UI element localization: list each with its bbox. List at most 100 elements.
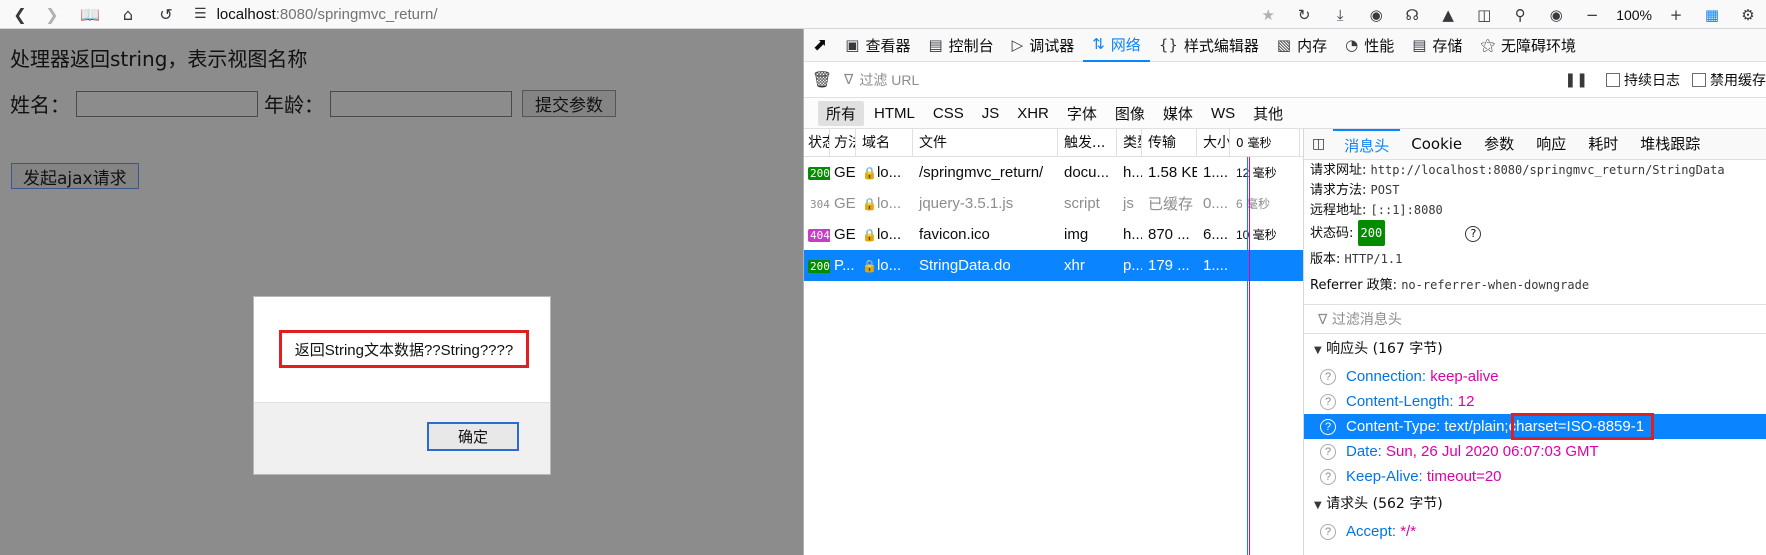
tab-cookie[interactable]: Cookie: [1400, 129, 1473, 160]
tab-stack-trace[interactable]: 堆栈跟踪: [1629, 129, 1711, 160]
col-method[interactable]: 方法: [830, 129, 856, 157]
forward-icon[interactable]: ❯: [40, 2, 64, 26]
extension-icon[interactable]: ▲: [1430, 0, 1466, 29]
col-transferred[interactable]: 传输: [1142, 129, 1197, 157]
alert-footer: 确定: [254, 402, 550, 474]
web-page: 处理器返回string，表示视图名称 姓名： 年龄： 提交参数 发起ajax请求…: [0, 29, 803, 555]
response-header-row[interactable]: ? Date: Sun, 26 Jul 2020 06:07:03 GMT: [1304, 439, 1766, 464]
zoom-level[interactable]: 100%: [1610, 7, 1658, 23]
tab-response[interactable]: 响应: [1525, 129, 1577, 160]
mask-icon[interactable]: ◉: [1538, 0, 1574, 29]
tab-network[interactable]: ⇅ 网络: [1083, 29, 1150, 62]
name-input[interactable]: [76, 90, 258, 117]
reload-icon[interactable]: ↻: [1286, 0, 1322, 29]
status-badge: 200: [808, 260, 830, 273]
tab-params[interactable]: 参数: [1473, 129, 1525, 160]
disable-cache-checkbox[interactable]: [1692, 73, 1706, 87]
response-header-row[interactable]: ? Keep-Alive: timeout=20: [1304, 464, 1766, 489]
type-filter-xhr[interactable]: XHR: [1009, 103, 1057, 124]
type-filter-media[interactable]: 媒体: [1155, 101, 1201, 126]
age-input[interactable]: [330, 90, 512, 117]
sidebar-icon[interactable]: ◫: [1466, 0, 1502, 29]
request-row[interactable]: 404 GET 🔒lo... favicon.ico img h... 870 ... 6..…: [804, 219, 1303, 250]
help-icon[interactable]: ?: [1320, 369, 1336, 386]
type-filter-fonts[interactable]: 字体: [1059, 101, 1105, 126]
network-filter-bar: 🗑 ∇ 过滤 URL ❚❚ 持续日志 禁用缓存: [804, 62, 1766, 98]
pause-icon[interactable]: ❚❚: [1565, 72, 1588, 88]
col-status[interactable]: 状态: [804, 129, 830, 157]
col-type[interactable]: 类型: [1117, 129, 1142, 157]
ajax-button[interactable]: 发起ajax请求: [11, 163, 139, 189]
request-headers-section[interactable]: ▼ 请求头 (562 字节): [1304, 489, 1766, 519]
help-icon[interactable]: ?: [1465, 225, 1482, 242]
version-row: 版本: HTTP/1.1: [1310, 252, 1403, 267]
bookmark-star-icon[interactable]: ★: [1250, 0, 1286, 29]
pick-element-icon[interactable]: ⬈: [804, 29, 836, 62]
tab-style-editor[interactable]: {} 样式编辑器: [1150, 29, 1268, 62]
response-header-row[interactable]: ? Content-Length: 12: [1304, 389, 1766, 414]
request-row[interactable]: 200 P... 🔒lo... StringData.do xhr p... 179 ...…: [804, 250, 1303, 281]
request-header-row[interactable]: ? Accept: */*: [1304, 519, 1766, 544]
col-waterfall[interactable]: 0 毫秒: [1230, 129, 1300, 157]
tab-console[interactable]: ▤ 控制台: [919, 29, 1002, 62]
zoom-out-icon[interactable]: −: [1574, 0, 1610, 29]
tab-inspector[interactable]: ▣ 查看器: [836, 29, 919, 62]
col-file[interactable]: 文件: [913, 129, 1058, 157]
persist-logs-checkbox[interactable]: [1606, 73, 1620, 87]
col-domain[interactable]: 域名: [856, 129, 913, 157]
help-icon[interactable]: ?: [1320, 419, 1336, 436]
submit-button[interactable]: 提交参数: [522, 90, 616, 117]
url-filter-input[interactable]: 过滤 URL: [859, 70, 919, 90]
type-filter-images[interactable]: 图像: [1107, 101, 1153, 126]
request-url-row: 请求网址: http://localhost:8080/springmvc_re…: [1310, 163, 1725, 178]
filter-icon: ∇: [844, 71, 854, 88]
help-icon[interactable]: ?: [1320, 394, 1336, 411]
type-filter-html[interactable]: HTML: [866, 103, 923, 124]
url-text[interactable]: localhost:8080/springmvc_return/: [217, 6, 438, 23]
tab-headers[interactable]: 消息头: [1333, 129, 1401, 160]
cell-transferred: 已缓存: [1148, 196, 1194, 213]
response-headers-section[interactable]: ▼ 响应头 (167 字节): [1304, 334, 1766, 364]
header-filter-input[interactable]: ∇ 过滤消息头: [1304, 304, 1766, 334]
response-header-row[interactable]: ? Connection: keep-alive: [1304, 364, 1766, 389]
toggle-panel-icon[interactable]: ◫: [1304, 136, 1333, 152]
home-icon[interactable]: ⌂: [116, 2, 140, 26]
cell-transferred: 870 ...: [1148, 226, 1190, 243]
cell-type: h...: [1123, 164, 1142, 181]
type-filter-css[interactable]: CSS: [925, 103, 972, 124]
tab-storage[interactable]: ▤ 存储: [1403, 29, 1471, 62]
request-row[interactable]: 304 GET 🔒lo... jquery-3.5.1.js script js 已缓存 0.…: [804, 188, 1303, 219]
translate-icon[interactable]: ▦: [1694, 0, 1730, 29]
reader-icon[interactable]: 📖: [78, 2, 102, 26]
history-icon[interactable]: ↺: [154, 2, 178, 26]
type-filter-all[interactable]: 所有: [818, 100, 865, 126]
screenshot-icon[interactable]: ◉: [1358, 0, 1394, 29]
headphones-icon[interactable]: ☊: [1394, 0, 1430, 29]
help-icon[interactable]: ?: [1320, 524, 1336, 541]
ok-button[interactable]: 确定: [427, 422, 519, 451]
param-form: 姓名： 年龄： 提交参数: [10, 89, 616, 118]
trash-icon[interactable]: 🗑: [804, 70, 840, 89]
type-filter-ws[interactable]: WS: [1203, 103, 1243, 124]
tab-performance[interactable]: ◔ 性能: [1336, 29, 1403, 62]
tab-memory[interactable]: ▧ 内存: [1268, 29, 1336, 62]
back-icon[interactable]: ❮: [8, 2, 32, 26]
tab-accessibility[interactable]: ⚝ 无障碍环境: [1471, 29, 1585, 62]
tab-timings[interactable]: 耗时: [1577, 129, 1629, 160]
zoom-in-icon[interactable]: +: [1658, 0, 1694, 29]
url-bar[interactable]: ☰ localhost:8080/springmvc_return/: [194, 2, 438, 26]
help-icon[interactable]: ?: [1320, 444, 1336, 461]
col-size[interactable]: 大小: [1197, 129, 1230, 157]
help-icon[interactable]: ?: [1320, 469, 1336, 486]
cell-cause: docu...: [1064, 164, 1110, 181]
type-filter-js[interactable]: JS: [974, 103, 1008, 124]
addon-icon[interactable]: ⚙: [1730, 0, 1766, 29]
type-filter-other[interactable]: 其他: [1245, 101, 1291, 126]
response-header-row[interactable]: ? Content-Type: text/plain;charset=ISO-88…: [1304, 413, 1766, 440]
col-cause[interactable]: 触发...: [1058, 129, 1117, 157]
tab-debugger[interactable]: ▷ 调试器: [1003, 29, 1084, 62]
search-icon[interactable]: ⚲: [1502, 0, 1538, 29]
download-icon[interactable]: ⤓: [1322, 0, 1358, 29]
request-row[interactable]: 200 GET 🔒lo... /springmvc_return/docu... h..…: [804, 157, 1303, 188]
cell-method: GET: [834, 195, 856, 212]
